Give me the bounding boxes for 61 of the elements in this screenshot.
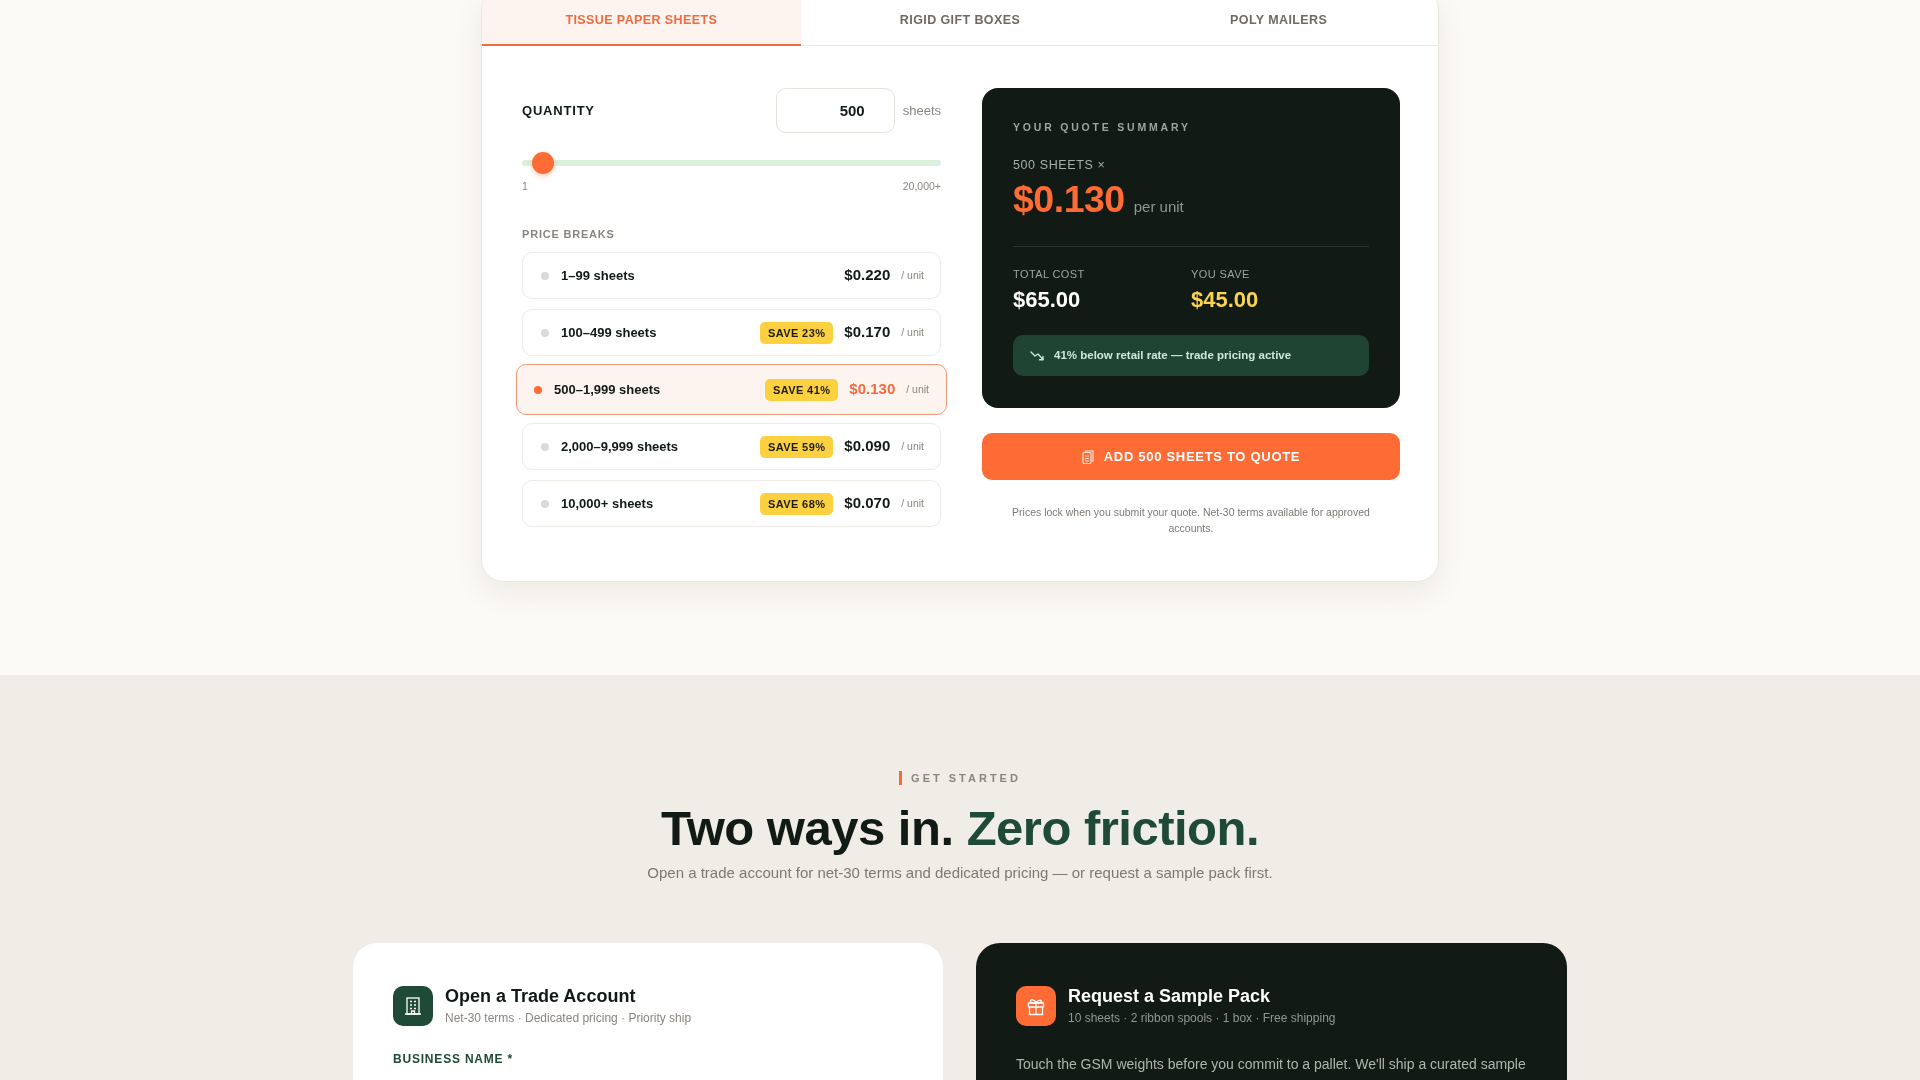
quantity-field[interactable]: 500: [775, 88, 895, 133]
you-save-label: YOU SAVE: [1191, 267, 1251, 281]
card-title: Request a Sample Pack: [1068, 985, 1272, 1007]
tier-label: 500–1,999 sheets: [554, 380, 661, 399]
price-tier-row[interactable]: 100–499 sheets SAVE 23% $0.170 / unit: [522, 309, 941, 356]
footnote: Prices lock when you submit your quote. Net-30 terms available for approved accounts.: [1011, 505, 1371, 536]
section-label: PRICE BREAKS: [522, 227, 616, 241]
total-cost-label: TOTAL COST: [1013, 267, 1086, 281]
banner-text: 41% below retail rate — trade pricing active: [1054, 347, 1292, 363]
card-subtitle: 10 sheets · 2 ribbon spools · 1 box · Free shipping: [1068, 1010, 1336, 1026]
tier-price: $0.170: [844, 322, 891, 343]
tier-label: 2,000–9,999 sheets: [561, 437, 679, 456]
unit-price: $0.130: [1013, 178, 1125, 220]
field-label: BUSINESS NAME *: [393, 1052, 515, 1066]
unit-label: / unit: [901, 438, 924, 454]
section-heading: Two ways in. Zero friction.: [660, 800, 1260, 856]
tier-price: $0.090: [844, 436, 891, 457]
dot-icon: [541, 328, 549, 337]
quantity-label: QUANTITY: [522, 101, 595, 120]
unit-label: / unit: [901, 495, 924, 511]
trending-down-icon: [1030, 350, 1044, 361]
price-tier-row[interactable]: 2,000–9,999 sheets SAVE 59% $0.090 / unit: [522, 423, 941, 470]
unit-label: sheets: [902, 101, 941, 120]
dot-icon: [534, 385, 542, 394]
card-title: Open a Trade Account: [445, 985, 637, 1007]
slider-max-label: 20,000+: [902, 179, 941, 193]
panel-title: YOUR QUOTE SUMMARY: [1013, 120, 1192, 134]
tier-price: $0.220: [844, 265, 891, 286]
card-subtitle: Net-30 terms · Dedicated pricing · Priority ship: [445, 1010, 692, 1026]
dot-icon: [541, 442, 549, 451]
gift-icon: [1016, 985, 1056, 1026]
tier-price: $0.130: [849, 379, 896, 400]
unit-label: / unit: [906, 381, 929, 397]
tier-label: 100–499 sheets: [561, 323, 657, 342]
unit-label: / unit: [901, 324, 924, 340]
unit-label: / unit: [901, 267, 924, 283]
savings-badge: SAVE 59%: [759, 435, 834, 458]
tier-price: $0.070: [844, 493, 891, 514]
dot-icon: [541, 499, 549, 508]
tab[interactable]: RIGID GIFT BOXES: [800, 0, 1120, 46]
savings-badge: SAVE 41%: [764, 378, 839, 401]
per-unit-label: per unit: [1133, 197, 1184, 217]
price-tier-row[interactable]: 1–99 sheets $0.220 / unit: [522, 252, 941, 299]
card-description: Touch the GSM weights before you commit to a pallet. We'll ship a curated sample: [1016, 1055, 1527, 1074]
building-icon: [393, 985, 433, 1026]
savings-badge: SAVE 68%: [759, 492, 834, 515]
slider-min-label: 1: [522, 179, 528, 193]
savings-badge: SAVE 23%: [759, 321, 834, 344]
eyebrow-label: GET STARTED: [899, 771, 1021, 785]
quantity-line: 500 SHEETS ×: [1013, 157, 1107, 173]
tab[interactable]: POLY MAILERS: [1119, 0, 1438, 46]
price-tier-row[interactable]: 500–1,999 sheets SAVE 41% $0.130 / unit: [516, 364, 947, 415]
tier-label: 10,000+ sheets: [561, 494, 654, 513]
section-subtitle: Open a trade account for net-30 terms and dedicated pricing — or request a sample pack first.: [647, 864, 1273, 882]
total-cost: $65.00: [1013, 286, 1082, 314]
slider-thumb[interactable]: [531, 152, 554, 174]
tier-label: 1–99 sheets: [561, 266, 635, 285]
clipboard-icon: [1081, 449, 1094, 464]
price-tier-row[interactable]: 10,000+ sheets SAVE 68% $0.070 / unit: [522, 480, 941, 527]
savings-amount: $45.00: [1191, 286, 1260, 314]
dot-icon: [541, 271, 549, 280]
